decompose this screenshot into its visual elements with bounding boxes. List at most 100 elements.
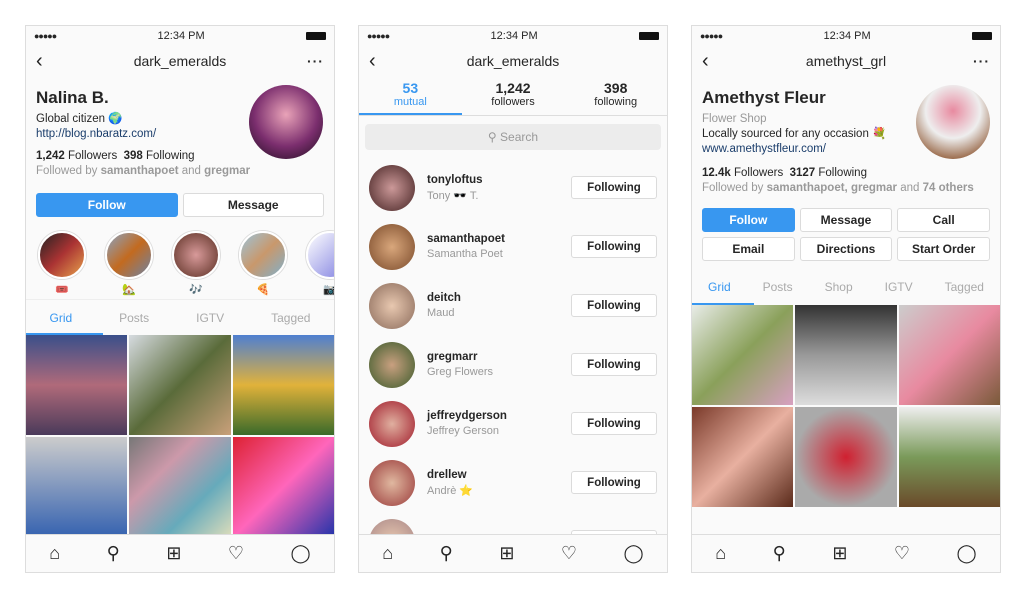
message-button[interactable]: Message bbox=[182, 193, 324, 217]
follow-button[interactable]: Follow bbox=[36, 193, 178, 217]
list-item[interactable]: drellew Andrè ⭐ Following bbox=[359, 453, 667, 512]
user-username[interactable]: samanthapoet bbox=[427, 233, 505, 245]
tab-label: mutual bbox=[393, 96, 427, 108]
profile-icon[interactable]: ◯ bbox=[624, 543, 644, 564]
grid-photo[interactable] bbox=[232, 335, 334, 435]
tab-posts[interactable]: Posts bbox=[119, 311, 149, 325]
followed-by-user[interactable]: samanthapoet, bbox=[767, 182, 848, 194]
highlight[interactable]: 📷 bbox=[306, 231, 334, 299]
search-icon[interactable]: ⚲ bbox=[440, 543, 453, 564]
heart-icon[interactable]: ♡ bbox=[894, 543, 910, 564]
grid-photo[interactable] bbox=[232, 437, 334, 537]
signal-icon: ●●●●● bbox=[34, 31, 57, 41]
user-username[interactable]: gregmarr bbox=[427, 351, 493, 363]
following-button[interactable]: Following bbox=[571, 353, 657, 376]
grid-photo[interactable] bbox=[795, 407, 897, 507]
status-bar: ●●●●● 12:34 PM bbox=[26, 26, 334, 46]
tab-tagged[interactable]: Tagged bbox=[271, 311, 310, 325]
following-button[interactable]: Following bbox=[571, 235, 657, 258]
tab-tagged[interactable]: Tagged bbox=[945, 280, 984, 294]
followed-by-user[interactable]: samanthapoet bbox=[101, 165, 179, 177]
tab-shop[interactable]: Shop bbox=[825, 280, 853, 294]
profile-icon[interactable]: ◯ bbox=[291, 543, 311, 564]
following-count[interactable]: 398 bbox=[124, 150, 143, 162]
heart-icon[interactable]: ♡ bbox=[228, 543, 244, 564]
home-icon[interactable]: ⌂ bbox=[382, 543, 393, 564]
user-username[interactable]: tonyloftus bbox=[427, 174, 483, 186]
profile-avatar[interactable] bbox=[249, 85, 323, 159]
add-icon[interactable]: ⊞ bbox=[832, 543, 847, 564]
tab-following[interactable]: 398 following bbox=[564, 76, 667, 115]
tab-followers[interactable]: 1,242 followers bbox=[462, 76, 565, 115]
grid-photo[interactable] bbox=[692, 407, 794, 507]
tab-count: 398 bbox=[604, 80, 628, 96]
following-button[interactable]: Following bbox=[571, 471, 657, 494]
user-avatar[interactable] bbox=[369, 341, 415, 388]
followed-by-user[interactable]: gregmar bbox=[204, 165, 250, 177]
user-avatar[interactable] bbox=[369, 282, 415, 329]
highlight[interactable]: 🍕 bbox=[239, 231, 287, 299]
search-icon[interactable]: ⚲ bbox=[107, 543, 120, 564]
message-button[interactable]: Message bbox=[799, 208, 893, 232]
call-button[interactable]: Call bbox=[897, 208, 991, 232]
directions-button[interactable]: Directions bbox=[799, 237, 893, 261]
followers-count[interactable]: 1,242 bbox=[36, 150, 65, 162]
more-icon[interactable]: ··· bbox=[304, 53, 324, 69]
start-order-button[interactable]: Start Order bbox=[897, 237, 991, 261]
followers-count[interactable]: 12.4k bbox=[702, 167, 731, 179]
search-icon[interactable]: ⚲ bbox=[773, 543, 786, 564]
user-username[interactable]: jeffreydgerson bbox=[427, 410, 507, 422]
back-icon[interactable]: ‹ bbox=[702, 50, 722, 73]
profile-tabs: Grid Posts IGTV Tagged bbox=[26, 299, 334, 335]
user-avatar[interactable] bbox=[369, 164, 415, 211]
followed-by-others[interactable]: 74 others bbox=[923, 182, 974, 194]
tab-igtv[interactable]: IGTV bbox=[196, 311, 224, 325]
home-icon[interactable]: ⌂ bbox=[49, 543, 60, 564]
tab-grid[interactable]: Grid bbox=[708, 280, 731, 294]
following-button[interactable]: Following bbox=[571, 176, 657, 199]
followed-by-user[interactable]: gregmar bbox=[851, 182, 897, 194]
tab-posts[interactable]: Posts bbox=[763, 280, 793, 294]
list-item[interactable]: samanthapoet Samantha Poet Following bbox=[359, 217, 667, 276]
highlight[interactable]: 🎶 bbox=[172, 231, 220, 299]
list-item[interactable]: jeffreydgerson Jeffrey Gerson Following bbox=[359, 394, 667, 453]
back-icon[interactable]: ‹ bbox=[369, 50, 389, 73]
grid-photo[interactable] bbox=[129, 335, 231, 435]
list-item[interactable]: tonyloftus Tony 🕶️ T. Following bbox=[359, 158, 667, 217]
highlight[interactable]: 🎟️ bbox=[38, 231, 86, 299]
list-item[interactable]: deitch Maud Following bbox=[359, 276, 667, 335]
grid-photo[interactable] bbox=[129, 437, 231, 537]
email-button[interactable]: Email bbox=[702, 237, 795, 261]
grid-photo[interactable] bbox=[26, 335, 128, 435]
tab-grid[interactable]: Grid bbox=[49, 311, 72, 325]
home-icon[interactable]: ⌂ bbox=[715, 543, 726, 564]
grid-photo[interactable] bbox=[898, 305, 1000, 405]
list-item[interactable]: gregmarr Greg Flowers Following bbox=[359, 335, 667, 394]
tab-igtv[interactable]: IGTV bbox=[885, 280, 913, 294]
tab-mutual[interactable]: 53 mutual bbox=[359, 76, 462, 115]
add-icon[interactable]: ⊞ bbox=[166, 543, 181, 564]
grid-photo[interactable] bbox=[898, 407, 1000, 507]
user-avatar[interactable] bbox=[369, 400, 415, 447]
following-button[interactable]: Following bbox=[571, 412, 657, 435]
profile-avatar[interactable] bbox=[916, 85, 990, 159]
user-avatar[interactable] bbox=[369, 223, 415, 270]
follow-button[interactable]: Follow bbox=[702, 208, 795, 232]
battery-icon bbox=[639, 32, 659, 40]
highlight[interactable]: 🏡 bbox=[105, 231, 153, 299]
following-count[interactable]: 3127 bbox=[790, 167, 816, 179]
add-icon[interactable]: ⊞ bbox=[499, 543, 514, 564]
more-icon[interactable]: ··· bbox=[970, 53, 990, 69]
user-username[interactable]: drellew bbox=[427, 469, 473, 481]
user-username[interactable]: deitch bbox=[427, 292, 461, 304]
grid-photo[interactable] bbox=[26, 437, 128, 537]
search-input[interactable]: ⚲ Search bbox=[365, 124, 661, 150]
following-label: Following bbox=[818, 167, 867, 179]
grid-photo[interactable] bbox=[692, 305, 794, 405]
user-avatar[interactable] bbox=[369, 459, 415, 506]
profile-icon[interactable]: ◯ bbox=[957, 543, 977, 564]
back-icon[interactable]: ‹ bbox=[36, 50, 56, 73]
following-button[interactable]: Following bbox=[571, 294, 657, 317]
heart-icon[interactable]: ♡ bbox=[561, 543, 577, 564]
grid-photo[interactable] bbox=[795, 305, 897, 405]
